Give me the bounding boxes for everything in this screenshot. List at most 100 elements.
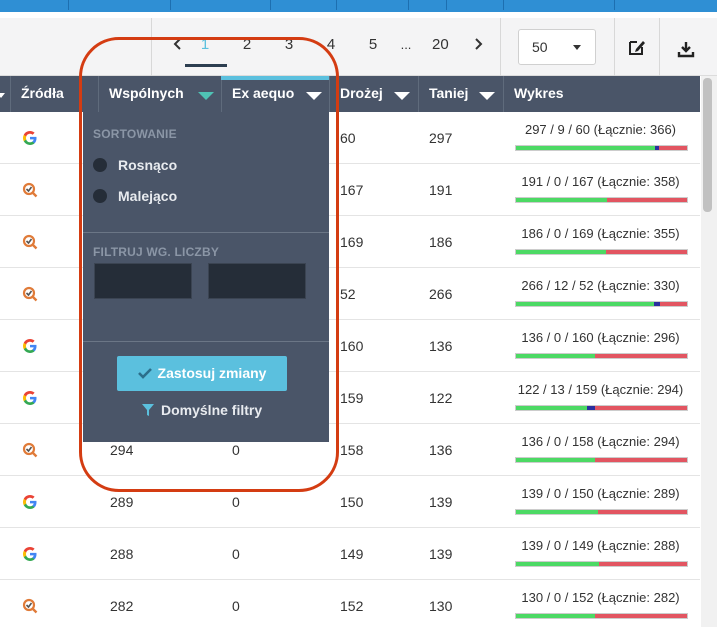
- bar-segment-more-expensive: [598, 562, 687, 566]
- column-header-cheaper[interactable]: Taniej: [418, 76, 503, 112]
- stacked-bar: [515, 249, 688, 255]
- caret-down-icon: [0, 93, 5, 98]
- cell-more-expensive: 150: [340, 494, 364, 510]
- cell-more-expensive: 52: [340, 286, 356, 302]
- column-header-sources[interactable]: Źródła: [10, 76, 98, 112]
- download-icon[interactable]: [677, 40, 695, 58]
- apply-changes-button[interactable]: Zastosuj zmiany: [117, 356, 287, 391]
- toolbar-divider: [614, 18, 615, 76]
- page-3-link[interactable]: 3: [281, 34, 297, 56]
- caret-down-icon: [573, 45, 581, 50]
- per-page-select[interactable]: 50: [518, 29, 596, 65]
- strip-divider: [68, 0, 69, 10]
- filter-max-input[interactable]: [208, 263, 306, 299]
- column-header-ex-aequo[interactable]: Ex aequo: [221, 76, 329, 112]
- column-header-label: Drożej: [340, 85, 383, 101]
- ceneo-icon: [22, 182, 38, 198]
- strip-divider: [408, 0, 409, 10]
- strip-divider: [446, 0, 447, 10]
- default-filters-button[interactable]: Domyślne filtry: [141, 402, 262, 418]
- sort-caret-icon[interactable]: [479, 92, 495, 100]
- radio-button[interactable]: [93, 188, 107, 203]
- dropdown-divider: [83, 232, 329, 233]
- table-header: Źródła Wspólnych Ex aequo Drożej Taniej …: [0, 76, 700, 112]
- cell-more-expensive: 159: [340, 390, 364, 406]
- bar-segment-cheaper: [516, 354, 595, 358]
- stacked-bar: [515, 405, 688, 411]
- cell-more-expensive: 60: [340, 130, 356, 146]
- sort-ascending-option[interactable]: Rosnąco: [93, 155, 177, 175]
- google-icon: [23, 131, 37, 145]
- bar-segment-cheaper: [516, 562, 599, 566]
- bar-segment-more-expensive: [658, 146, 687, 150]
- column-header-common[interactable]: Wspólnych: [98, 76, 221, 112]
- table-row: 289 0 150 139 139 / 0 / 150 (Łącznie: 289): [0, 476, 700, 528]
- column-header-label: Ex aequo: [232, 85, 295, 101]
- column-header-more-expensive[interactable]: Drożej: [329, 76, 418, 112]
- prev-column-sort[interactable]: [0, 76, 10, 112]
- bar-segment-more-expensive: [607, 198, 687, 202]
- chart-label: 136 / 0 / 160 (Łącznie: 296): [521, 330, 680, 345]
- chevron-right-icon[interactable]: [470, 38, 486, 50]
- checkmark-icon: [137, 367, 152, 379]
- ceneo-icon: [22, 286, 38, 302]
- stacked-bar: [515, 457, 688, 463]
- cell-ex-aequo: 0: [232, 598, 240, 614]
- bar-segment-more-expensive: [660, 302, 687, 306]
- cell-cheaper: 297: [429, 130, 453, 146]
- cell-more-expensive: 158: [340, 442, 364, 458]
- cell-more-expensive: 149: [340, 546, 364, 562]
- google-icon: [23, 339, 37, 353]
- google-icon: [23, 391, 37, 405]
- sort-caret-icon[interactable]: [394, 92, 410, 100]
- ceneo-icon: [22, 598, 38, 614]
- table-row: 288 0 149 139 139 / 0 / 149 (Łącznie: 288): [0, 528, 700, 580]
- column-filter-dropdown: SORTOWANIE Rosnąco Malejąco FILTRUJ WG. …: [83, 112, 329, 442]
- strip-divider: [270, 0, 271, 10]
- sort-descending-label: Malejąco: [118, 188, 178, 204]
- cell-cheaper: 130: [429, 598, 453, 614]
- filter-min-input[interactable]: [94, 263, 192, 299]
- sort-caret-icon[interactable]: [198, 92, 214, 100]
- page-4-link[interactable]: 4: [323, 34, 339, 56]
- sort-caret-icon[interactable]: [306, 92, 322, 100]
- edit-icon[interactable]: [628, 38, 646, 56]
- column-header-chart: Wykres: [503, 76, 700, 112]
- bar-segment-cheaper: [516, 146, 655, 150]
- bar-segment-cheaper: [516, 510, 599, 514]
- sort-section-title: SORTOWANIE: [93, 127, 177, 141]
- bar-segment-more-expensive: [594, 406, 687, 410]
- radio-button[interactable]: [93, 157, 107, 172]
- pagination-toolbar: 1 2 3 4 5 ... 20 50: [0, 18, 717, 76]
- chart-label: 139 / 0 / 149 (Łącznie: 288): [521, 538, 680, 553]
- vertical-scrollbar[interactable]: [701, 76, 717, 627]
- filter-section-title: FILTRUJ WG. LICZBY: [93, 245, 220, 259]
- top-cutoff-strip: [0, 0, 717, 12]
- cell-more-expensive: 169: [340, 234, 364, 250]
- page-20-link[interactable]: 20: [432, 34, 449, 56]
- filter-icon: [142, 403, 154, 416]
- page-2-link[interactable]: 2: [239, 34, 255, 56]
- sort-descending-option[interactable]: Malejąco: [93, 186, 177, 206]
- strip-divider: [336, 0, 337, 10]
- column-header-label: Wspólnych: [109, 85, 184, 101]
- cell-cheaper: 266: [429, 286, 453, 302]
- chart-label: 186 / 0 / 169 (Łącznie: 355): [521, 226, 680, 241]
- active-page-indicator: [185, 64, 227, 67]
- bar-segment-more-expensive: [598, 510, 687, 514]
- page-1-link[interactable]: 1: [197, 34, 213, 56]
- chart-label: 297 / 9 / 60 (Łącznie: 366): [524, 122, 677, 137]
- chart-label: 130 / 0 / 152 (Łącznie: 282): [521, 590, 680, 605]
- column-header-label: Taniej: [429, 85, 469, 101]
- strip-divider: [503, 0, 504, 10]
- chart-label: 139 / 0 / 150 (Łącznie: 289): [521, 486, 680, 501]
- scrollbar-thumb[interactable]: [703, 78, 712, 212]
- bar-segment-cheaper: [516, 198, 608, 202]
- cell-cheaper: 186: [429, 234, 453, 250]
- google-icon: [23, 495, 37, 509]
- chevron-left-icon[interactable]: [170, 38, 186, 50]
- toolbar-divider: [659, 18, 660, 76]
- sort-ascending-label: Rosnąco: [118, 157, 178, 173]
- page-5-link[interactable]: 5: [365, 34, 381, 56]
- bar-segment-cheaper: [516, 614, 595, 618]
